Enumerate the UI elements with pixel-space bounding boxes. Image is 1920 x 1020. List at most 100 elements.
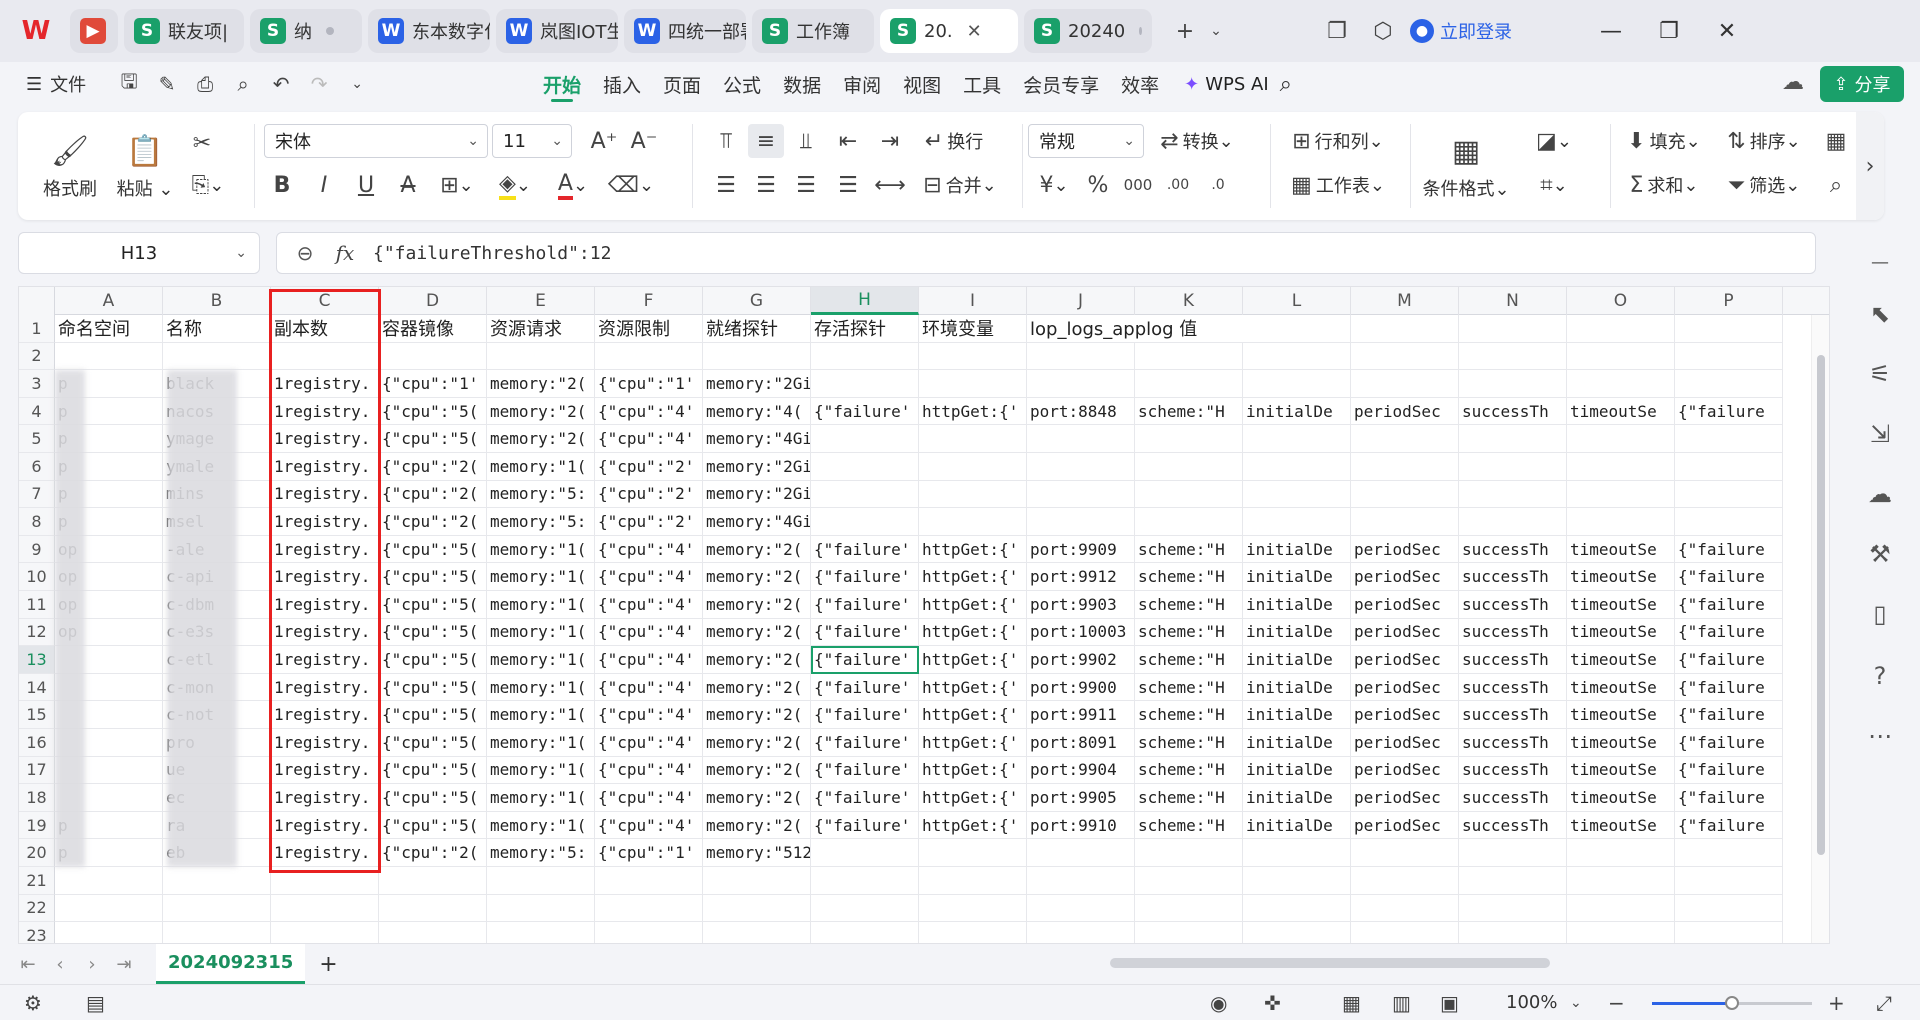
document-tab[interactable]: S 联友项| (124, 9, 244, 53)
row-header[interactable]: 10 (19, 563, 55, 591)
settings-sliders-icon[interactable]: ⚟ (1860, 354, 1900, 394)
data-cell[interactable]: 1registry. (271, 453, 379, 481)
data-cell[interactable] (1027, 453, 1135, 481)
data-cell[interactable] (1459, 508, 1567, 536)
data-cell[interactable]: periodSec (1351, 784, 1459, 812)
data-cell[interactable]: successTh (1459, 535, 1567, 564)
data-cell[interactable] (919, 480, 1027, 509)
data-cell[interactable] (1459, 922, 1567, 943)
document-tab[interactable]: W 东本数字化 (368, 9, 490, 53)
data-cell[interactable] (811, 867, 919, 895)
data-cell[interactable]: {"failure' (811, 784, 919, 812)
data-cell[interactable]: {"failure' (811, 618, 919, 647)
data-cell[interactable]: initialDe (1243, 535, 1351, 564)
data-cell[interactable] (811, 922, 919, 943)
column-header[interactable]: F (595, 287, 703, 315)
more-chevron-icon[interactable]: ⌄ (338, 76, 376, 92)
data-cell[interactable]: {"cpu":"5( (379, 784, 487, 812)
data-cell[interactable]: memory:"1( (487, 535, 595, 564)
data-cell[interactable] (1351, 425, 1459, 453)
first-sheet-icon[interactable]: ⇤ (12, 954, 44, 975)
data-cell[interactable]: memory:"2Gi"} (703, 453, 811, 481)
ribbon-scroll-right-button[interactable]: › (1856, 112, 1884, 220)
data-cell[interactable]: memory:"1( (487, 756, 595, 785)
column-header[interactable]: K (1135, 287, 1243, 315)
data-cell[interactable] (1243, 894, 1351, 923)
data-cell[interactable]: scheme:"H (1135, 756, 1243, 785)
select-all-corner[interactable] (19, 287, 55, 315)
merge-button[interactable]: ⊟ 合并 ⌄ (914, 168, 1006, 202)
document-tab[interactable]: ▶ (70, 9, 118, 53)
data-cell[interactable] (919, 425, 1027, 453)
column-header[interactable]: D (379, 287, 487, 315)
currency-button[interactable]: ¥ ⌄ (1032, 168, 1076, 202)
export-icon[interactable]: ⇲ (1860, 414, 1900, 454)
data-cell[interactable] (1351, 342, 1459, 371)
data-cell[interactable] (1243, 342, 1351, 371)
data-cell[interactable]: memory:"1( (487, 811, 595, 840)
add-sheet-button[interactable]: + (319, 952, 337, 977)
header-cell[interactable] (1675, 315, 1783, 343)
formula-bar[interactable]: ⊖ fx {"failureThreshold":12 (276, 232, 1816, 274)
data-cell[interactable] (1567, 370, 1675, 398)
data-cell[interactable]: httpGet:{' (919, 535, 1027, 564)
data-cell[interactable] (1243, 508, 1351, 536)
data-cell[interactable]: {"cpu":"4' (595, 618, 703, 647)
sheet-tab-active[interactable]: 2024092315 (156, 944, 306, 984)
tab-6[interactable]: 审阅 (843, 62, 881, 106)
data-cell[interactable]: initialDe (1243, 811, 1351, 840)
data-cell[interactable]: periodSec (1351, 618, 1459, 647)
tab-9[interactable]: 会员专享 (1023, 62, 1099, 106)
data-cell[interactable]: {"cpu":"2' (595, 508, 703, 536)
last-sheet-icon[interactable]: ⇥ (108, 954, 140, 975)
data-cell[interactable]: successTh (1459, 729, 1567, 757)
formula-value[interactable]: {"failureThreshold":12 (373, 243, 611, 264)
increase-font-button[interactable]: A⁺ (586, 124, 622, 158)
data-cell[interactable]: initialDe (1243, 591, 1351, 619)
data-cell[interactable] (1027, 508, 1135, 536)
data-cell[interactable]: {"cpu":"5( (379, 646, 487, 674)
decrease-indent-button[interactable]: ⇤ (830, 124, 866, 158)
data-cell[interactable]: {"cpu":"2( (379, 508, 487, 536)
eye-protection-icon[interactable]: ◉ (1210, 991, 1227, 1015)
book-icon[interactable]: ▯ (1860, 594, 1900, 634)
data-cell[interactable]: port:8091 (1027, 729, 1135, 757)
data-cell[interactable]: httpGet:{' (919, 673, 1027, 702)
redo-icon[interactable]: ↷ (300, 72, 338, 96)
data-cell[interactable]: scheme:"H (1135, 535, 1243, 564)
data-cell[interactable] (1459, 867, 1567, 895)
data-cell[interactable]: {"cpu":"4' (595, 535, 703, 564)
data-cell[interactable]: memory:"2( (703, 535, 811, 564)
undo-icon[interactable]: ↶ (262, 72, 300, 96)
data-cell[interactable]: port:8848 (1027, 397, 1135, 426)
data-cell[interactable]: timeoutSe (1567, 756, 1675, 785)
data-cell[interactable]: memory:"1( (487, 673, 595, 702)
zoom-in-icon[interactable]: + (1828, 991, 1845, 1015)
data-cell[interactable] (1675, 480, 1783, 509)
zoom-icon[interactable]: ⊖ (285, 241, 325, 265)
data-cell[interactable] (1675, 342, 1783, 371)
data-cell[interactable]: scheme:"H (1135, 563, 1243, 591)
wrap-text-button[interactable]: ↵ 换行 (914, 124, 994, 158)
data-cell[interactable] (919, 508, 1027, 536)
data-cell[interactable] (1351, 480, 1459, 509)
data-cell[interactable] (811, 839, 919, 867)
tab-2[interactable]: 插入 (603, 62, 641, 106)
fx-icon[interactable]: fx (325, 241, 365, 265)
data-cell[interactable]: memory:"1( (487, 563, 595, 591)
header-cell[interactable]: 就绪探针 (703, 315, 811, 343)
column-header[interactable]: A (55, 287, 163, 315)
data-cell[interactable]: timeoutSe (1567, 618, 1675, 647)
increase-indent-button[interactable]: ⇥ (872, 124, 908, 158)
data-cell[interactable]: {"cpu":"5( (379, 811, 487, 840)
close-tab-icon[interactable]: ✕ (967, 21, 982, 42)
data-cell[interactable] (811, 342, 919, 371)
data-cell[interactable]: httpGet:{' (919, 397, 1027, 426)
data-cell[interactable]: memory:"2( (703, 756, 811, 785)
column-header[interactable]: H (811, 287, 919, 315)
data-cell[interactable]: memory:"2( (703, 646, 811, 674)
data-cell[interactable]: {"cpu":"4' (595, 756, 703, 785)
close-window-button[interactable]: ✕ (1698, 9, 1756, 53)
data-cell[interactable] (1243, 922, 1351, 943)
data-cell[interactable]: 1registry. (271, 618, 379, 647)
